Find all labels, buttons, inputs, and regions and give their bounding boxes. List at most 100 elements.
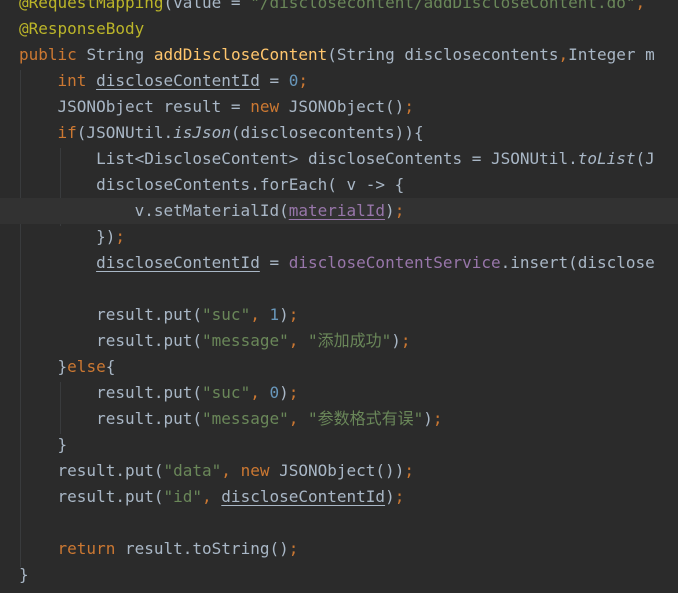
code-token: ) [279,305,289,324]
code-token: ) [423,409,433,428]
code-token: result.put( [19,409,203,428]
code-token: discloseContents.forEach( v -> { [19,175,405,194]
code-token: @ResponseBody [19,19,145,38]
code-token: ; [394,201,405,220]
code-token: return [57,539,125,558]
code-token: "参数格式有误" [308,409,424,428]
code-line[interactable]: result.put("id", discloseContentId); [0,484,678,510]
code-token: } [19,435,68,454]
code-token: } [19,565,29,584]
code-token: { [105,357,116,376]
code-token: "/disclosecontent/addDiscloseContent.do" [250,0,636,12]
code-token: "添加成功" [308,331,392,350]
code-line[interactable]: @RequestMapping(value = "/discloseconten… [0,0,678,16]
code-line[interactable]: JSONObject result = new JSONObject(); [0,94,678,120]
code-token: (String disclosecontents [327,45,559,64]
code-editor[interactable]: @RequestMapping(value = "/discloseconten… [0,0,678,593]
code-line[interactable]: public String addDiscloseContent(String … [0,42,678,68]
code-line[interactable]: result.put("data", new JSONObject()); [0,458,678,484]
code-token: new [240,461,280,480]
code-line[interactable] [0,510,678,536]
code-token: 1 [269,305,280,324]
code-token: discloseContentId [96,71,260,90]
code-token: ; [288,383,299,402]
code-line[interactable]: result.put("message", "参数格式有误"); [0,406,678,432]
code-token: ; [404,97,414,116]
code-token: ; [298,71,309,90]
code-token: materialId [288,201,386,220]
code-token: , [202,487,222,506]
code-token: , [635,0,646,12]
code-line[interactable]: @ResponseBody [0,16,678,42]
code-line[interactable] [0,276,678,302]
code-token: ; [432,409,443,428]
code-token: "id" [163,487,203,506]
code-token: result.put( [19,331,203,350]
code-line[interactable]: } [0,562,678,588]
code-token: 0 [269,383,280,402]
code-token: , [250,383,270,402]
code-token: "data" [163,461,222,480]
code-line[interactable]: if(JSONUtil.isJson(disclosecontents)){ [0,120,678,146]
code-token: discloseContentId [221,487,386,506]
code-token: JSONObject()) [279,461,405,480]
code-line[interactable]: return result.toString(); [0,536,678,562]
code-token: ; [288,539,299,558]
code-token: result.toString() [124,539,289,558]
code-token: if [57,123,77,142]
code-token: discloseContentId [96,253,260,272]
code-token: ; [288,305,299,324]
code-token: addDiscloseContent [153,45,328,64]
code-token: , [221,461,241,480]
code-token: "message" [202,331,289,350]
code-token: ; [115,227,125,246]
code-token: int [57,71,97,90]
code-token: , [250,305,270,324]
code-line[interactable]: result.put("suc", 0); [0,380,678,406]
code-line[interactable]: }); [0,224,678,250]
code-token: (J [635,149,655,168]
code-token: toList [577,149,636,168]
code-token: new [250,97,289,116]
code-token: Integer m [568,45,655,64]
code-token: , [558,45,569,64]
code-line[interactable]: } [0,432,678,458]
code-token: "suc" [202,305,251,324]
code-token: } [19,357,68,376]
code-token: JSONObject() [288,97,405,116]
code-line[interactable]: }else{ [0,354,678,380]
code-token: , [288,331,308,350]
code-token: (JSONUtil. [76,123,174,142]
code-token: (disclosecontents)){ [230,123,424,142]
code-token: ; [400,331,411,350]
code-token: @RequestMapping [19,0,164,12]
current-code-line[interactable]: v.setMaterialId(materialId); [0,198,678,224]
code-token: v.setMaterialId( [19,201,289,220]
code-token: result.put( [19,305,203,324]
code-token: isJson [173,123,231,142]
code-line[interactable]: discloseContents.forEach( v -> { [0,172,678,198]
code-line[interactable]: result.put("message", "添加成功"); [0,328,678,354]
code-line[interactable]: List<DiscloseContent> discloseContents =… [0,146,678,172]
code-token: discloseContentService [288,253,501,272]
code-token: String [86,45,154,64]
code-token: ; [394,487,405,506]
code-token: }) [19,227,116,246]
code-token: result.put( [19,487,164,506]
code-token: .insert(disclose [500,253,655,272]
code-token: "message" [202,409,289,428]
code-token: 0 [288,71,299,90]
code-line[interactable]: result.put("suc", 1); [0,302,678,328]
code-token: = [259,253,289,272]
code-token: ) [385,201,395,220]
code-token: = [259,71,289,90]
code-token: else [67,357,106,376]
code-line[interactable]: discloseContentId = discloseContentServi… [0,250,678,276]
code-token: JSONObject result = [19,97,251,116]
code-line[interactable]: int discloseContentId = 0; [0,68,678,94]
code-token: (value = [163,0,251,12]
